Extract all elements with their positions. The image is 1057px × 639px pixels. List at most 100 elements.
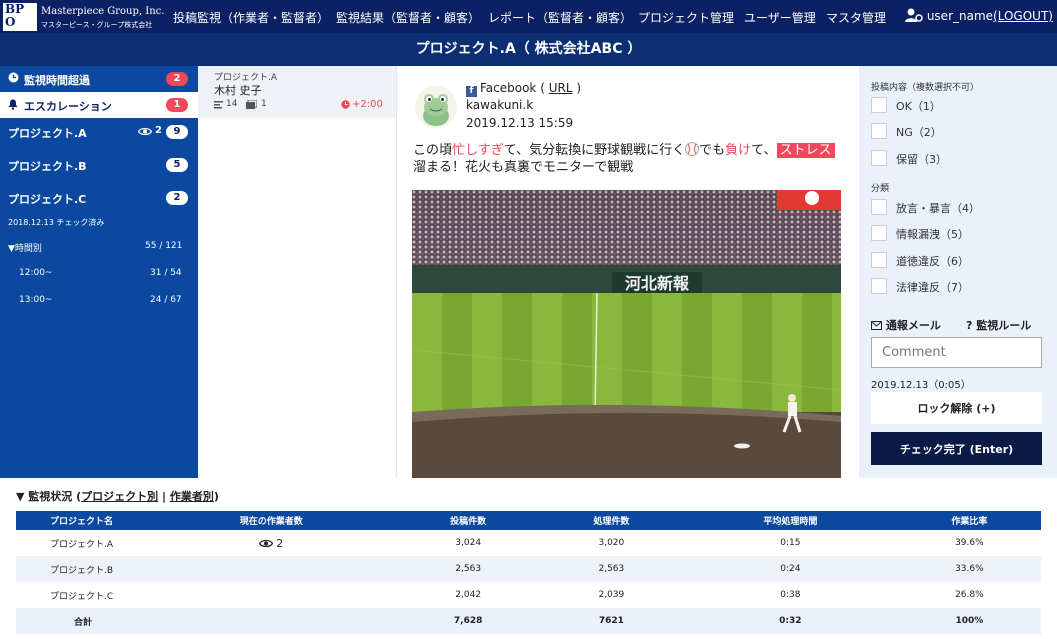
post-text-segment: て、気分転換に野球観戦に行く <box>503 143 686 158</box>
status-table: プロジェクト名 現在の作業者数 投稿件数 処理件数 平均処理時間 作業比率 プロ… <box>16 511 1041 634</box>
checkbox-legal[interactable] <box>871 278 887 294</box>
post-url-link[interactable]: URL <box>549 81 573 95</box>
col-workers: 現在の作業者数 <box>146 511 397 530</box>
list-item-elapsed: +2:00 <box>352 99 383 110</box>
comment-input[interactable] <box>871 337 1042 368</box>
nav-reports[interactable]: レポート（監督者・顧客） <box>488 9 632 26</box>
company-logo[interactable]: BP O Masterpiece Group, Inc. マスターピース・グループ… <box>3 3 165 31</box>
user-menu: user_name(LOGOUT) <box>905 8 1053 23</box>
nav-master-management[interactable]: マスタ管理 <box>826 9 886 26</box>
checkbox-leak-label: 情報漏洩（5） <box>896 228 969 241</box>
cell-project: プロジェクト.C <box>50 591 114 602</box>
table-row: プロジェクト.A 2 3,024 3,020 0:15 39.6% <box>16 530 1041 556</box>
nav-project-management[interactable]: プロジェクト管理 <box>638 9 734 26</box>
hour-slot-time[interactable]: 12:00~ <box>19 268 52 278</box>
checkbox-ok[interactable] <box>871 97 887 113</box>
sidebar-item-escalation[interactable]: エスカレーション 1 <box>0 92 198 118</box>
checkbox-pending-label: 保留（3） <box>896 153 947 166</box>
check-complete-button[interactable]: チェック完了 (Enter) <box>871 432 1042 465</box>
post-text: この頃忙しすぎて、気分転換に野球観戦に行く でも負けて、 ストレス 溜まる！花火も真裏… <box>413 142 853 176</box>
logout-link[interactable]: (LOGOUT) <box>993 9 1053 23</box>
project-a-count-badge: 9 <box>166 125 188 139</box>
images-icon <box>246 100 257 109</box>
cell-ratio: 39.6% <box>955 538 984 548</box>
list-item-author: 木村 史子 <box>214 84 262 97</box>
checkbox-moral[interactable] <box>871 252 887 268</box>
nav-post-monitoring[interactable]: 投稿監視（作業者・監督者） <box>173 9 329 26</box>
review-panel: 投稿内容（複数選択不可） OK（1） NG（2） 保留（3） 分類 放言・暴言（… <box>859 66 1057 478</box>
monitoring-rule-label: 監視ルール <box>976 319 1032 332</box>
checkbox-ng-label: NG（2） <box>896 126 942 139</box>
cell-avg-time: 0:15 <box>780 538 801 548</box>
content-heading: 投稿内容（複数選択不可） <box>871 83 980 93</box>
cell-workers <box>146 556 397 582</box>
banner-text: 河北新報 <box>625 274 690 293</box>
cell-workers: 2 <box>146 530 397 556</box>
total-avg-time: 0:32 <box>682 608 898 634</box>
checked-note: 2018.12.13 チェック済み <box>8 218 105 227</box>
post-text-segment: て、 <box>751 143 777 158</box>
post-image[interactable]: 河北新報 <box>412 190 841 478</box>
post-source: f Facebook ( URL ) <box>466 81 581 97</box>
checkbox-ng[interactable] <box>871 123 887 139</box>
checkbox-leak[interactable] <box>871 225 887 241</box>
question-icon: ? <box>966 319 973 332</box>
sidebar-item-project-a[interactable]: プロジェクト.A 2 9 <box>0 119 198 145</box>
cell-workers-count: 2 <box>276 536 284 550</box>
escalation-count-badge: 1 <box>166 98 188 112</box>
eye-icon <box>259 539 274 547</box>
sidebar-item-overdue[interactable]: 監視時間超過 2 <box>0 66 198 92</box>
page-title: プロジェクト.A（ 株式会社ABC ） <box>0 33 1057 66</box>
status-heading-prefix[interactable]: ▼ 監視状況 ( <box>16 490 81 503</box>
checkbox-abusive[interactable] <box>871 199 887 215</box>
status-tab-by-project[interactable]: プロジェクト別 <box>81 490 158 503</box>
cell-avg-time: 0:24 <box>682 556 898 582</box>
list-item[interactable]: プロジェクト.A 木村 史子 14 1 +2:00 <box>198 66 396 118</box>
hour-slot-time[interactable]: 13:00~ <box>19 295 52 305</box>
list-item-images: 1 <box>261 99 267 109</box>
post-text-segment: 溜まる！花火も真裏でモニターで観戦 <box>413 160 634 175</box>
sidebar-item-project-b[interactable]: プロジェクト.B 5 <box>0 152 198 178</box>
hourly-toggle[interactable]: ▼時間別 <box>8 241 42 254</box>
cell-project: プロジェクト.A <box>50 539 114 550</box>
unlock-button[interactable]: ロック解除 (+) <box>871 392 1042 424</box>
checkbox-pending[interactable] <box>871 150 887 166</box>
sidebar-item-project-c[interactable]: プロジェクト.C 2 <box>0 185 198 211</box>
nav-user-management[interactable]: ユーザー管理 <box>744 9 816 26</box>
nav-monitoring-results[interactable]: 監視結果（監督者・顧客） <box>336 9 480 26</box>
list-item-posts: 14 <box>226 99 238 109</box>
logo-mark: BP O <box>3 3 37 31</box>
escalation-label: エスカレーション <box>24 100 112 113</box>
monitoring-rule-link[interactable]: ? 監視ルール <box>966 317 1031 333</box>
company-subname: マスターピース・グループ株式会社 <box>41 21 153 29</box>
total-workers <box>146 608 397 634</box>
col-project: プロジェクト名 <box>16 511 146 530</box>
table-row: プロジェクト.C 2,042 2,039 0:38 26.8% <box>16 582 1041 608</box>
table-row: プロジェクト.B 2,563 2,563 0:24 33.6% <box>16 556 1041 582</box>
clock-icon <box>341 100 350 109</box>
hour-slot-value: 31 / 54 <box>150 268 182 278</box>
post-datetime: 2019.12.13 15:59 <box>466 116 574 130</box>
class-heading: 分類 <box>871 184 890 194</box>
baseball-icon <box>685 142 700 156</box>
status-heading: ▼ 監視状況 (プロジェクト別 | 作業者別) <box>16 488 219 504</box>
project-b-label: プロジェクト.B <box>8 160 87 173</box>
post-detail: f Facebook ( URL ) kawakuni.k 2019.12.13 … <box>397 66 859 478</box>
cell-project: プロジェクト.B <box>16 556 146 582</box>
list-lines-icon <box>214 101 223 109</box>
project-a-label: プロジェクト.A <box>8 127 87 140</box>
project-sidebar: 監視時間超過 2 エスカレーション 1 プロジェクト.A 2 9 プロジェクト.… <box>0 66 198 478</box>
lock-timestamp: 2019.12.13（0:05） <box>871 380 971 391</box>
project-c-label: プロジェクト.C <box>8 193 87 206</box>
status-tab-by-worker[interactable]: 作業者別 <box>170 490 214 503</box>
table-header-row: プロジェクト名 現在の作業者数 投稿件数 処理件数 平均処理時間 作業比率 <box>16 511 1041 530</box>
total-label: 合計 <box>16 608 146 634</box>
company-name: Masterpiece Group, Inc. <box>41 6 165 17</box>
facebook-icon: f <box>466 86 477 97</box>
flagged-word: 負け <box>725 143 752 158</box>
overdue-count-badge: 2 <box>166 72 188 86</box>
cell-processed: 3,020 <box>598 538 625 548</box>
report-mail-link[interactable]: 通報メール <box>871 317 941 333</box>
user-name: user_name <box>926 9 994 23</box>
envelope-icon <box>871 321 882 330</box>
